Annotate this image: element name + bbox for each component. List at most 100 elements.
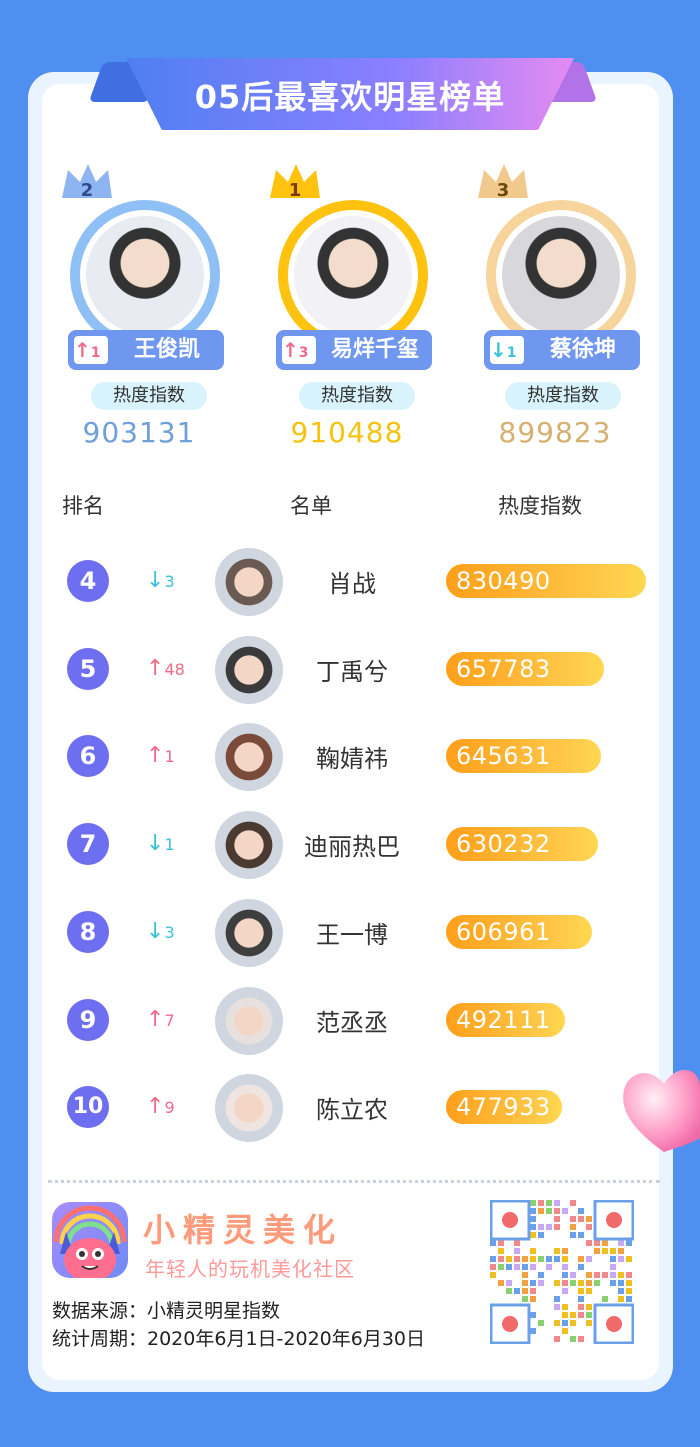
rank-change: ↓3 bbox=[146, 919, 175, 944]
crown-icon: 2 bbox=[62, 164, 112, 201]
heat-value: 630232 bbox=[456, 830, 551, 858]
heart-decoration-icon bbox=[623, 1070, 700, 1152]
qr-code[interactable] bbox=[489, 1199, 635, 1345]
ranking-row[interactable]: 6 ↑1 鞠婧祎 645631 bbox=[0, 717, 700, 797]
arrow-down-icon: ↓ bbox=[490, 338, 507, 362]
column-header-heat: 热度指数 bbox=[498, 494, 582, 518]
avatar bbox=[486, 200, 636, 350]
name-tag: ↓1 蔡徐坤 bbox=[484, 330, 640, 370]
ranking-row[interactable]: 9 ↑7 范丞丞 492111 bbox=[0, 981, 700, 1061]
rank-change: ↑9 bbox=[146, 1094, 175, 1119]
ranking-row[interactable]: 7 ↓1 迪丽热巴 630232 bbox=[0, 805, 700, 885]
star-name: 范丞丞 bbox=[316, 1009, 388, 1037]
heat-label: 热度指数 bbox=[299, 382, 415, 410]
rank-change-value: 7 bbox=[164, 1011, 175, 1030]
heat-label: 热度指数 bbox=[505, 382, 621, 410]
crown-icon: 1 bbox=[270, 164, 320, 201]
star-name: 蔡徐坤 bbox=[549, 337, 616, 362]
heat-value: 830490 bbox=[456, 567, 551, 595]
heat-value: 903131 bbox=[82, 416, 196, 449]
trend-indicator: ↑1 bbox=[74, 336, 108, 364]
column-header-name: 名单 bbox=[290, 494, 332, 518]
ranking-row[interactable]: 4 ↓3 肖战 830490 bbox=[0, 542, 700, 622]
avatar-photo bbox=[294, 216, 412, 334]
rank-change: 1 bbox=[506, 345, 517, 361]
star-name: 陈立农 bbox=[316, 1096, 388, 1124]
app-slogan: 年轻人的玩机美化社区 bbox=[145, 1257, 355, 1281]
name-tag: ↑1 王俊凯 bbox=[68, 330, 224, 370]
arrow-up-icon: ↑ bbox=[74, 338, 91, 362]
stat-period: 统计周期：2020年6月1日-2020年6月30日 bbox=[52, 1328, 426, 1350]
rank-change: ↓1 bbox=[146, 831, 175, 856]
rank-change-value: 9 bbox=[164, 1098, 175, 1117]
crown-rank: 3 bbox=[497, 180, 510, 201]
heat-value: 910488 bbox=[290, 416, 404, 449]
heat-value: 606961 bbox=[456, 918, 551, 946]
crown-rank: 2 bbox=[81, 180, 94, 201]
star-name: 王俊凯 bbox=[133, 337, 200, 362]
star-name: 迪丽热巴 bbox=[304, 833, 400, 861]
avatar bbox=[215, 811, 283, 879]
ranking-row[interactable]: 8 ↓3 王一博 606961 bbox=[0, 893, 700, 973]
rank-badge: 6 bbox=[67, 735, 109, 777]
crown-rank: 1 bbox=[289, 180, 302, 201]
qr-code-icon bbox=[489, 1199, 635, 1345]
rank-badge: 10 bbox=[67, 1086, 109, 1128]
crown-icon: 3 bbox=[478, 164, 528, 201]
rank-change-value: 48 bbox=[164, 660, 185, 679]
arrow-up-icon: ↑ bbox=[282, 338, 299, 362]
avatar bbox=[215, 723, 283, 791]
arrow-down-icon: ↓ bbox=[146, 831, 165, 856]
arrow-up-icon: ↑ bbox=[146, 656, 165, 681]
rank-badge: 9 bbox=[67, 999, 109, 1041]
data-source: 数据来源：小精灵明星指数 bbox=[52, 1300, 281, 1322]
avatar bbox=[215, 1074, 283, 1142]
arrow-down-icon: ↓ bbox=[146, 568, 165, 593]
avatar-photo bbox=[86, 216, 204, 334]
star-name: 易烊千玺 bbox=[330, 337, 419, 362]
rank-change: ↑48 bbox=[146, 656, 185, 681]
rank-change: ↑7 bbox=[146, 1007, 175, 1032]
heat-label: 热度指数 bbox=[91, 382, 207, 410]
ranking-row[interactable]: 10 ↑9 陈立农 477933 bbox=[0, 1068, 700, 1148]
arrow-down-icon: ↓ bbox=[146, 919, 165, 944]
star-name: 肖战 bbox=[328, 570, 376, 598]
heat-value: 657783 bbox=[456, 655, 551, 683]
divider bbox=[48, 1180, 660, 1183]
trend-indicator: ↓1 bbox=[490, 336, 524, 364]
trend-indicator: ↑3 bbox=[282, 336, 316, 364]
arrow-up-icon: ↑ bbox=[146, 1094, 165, 1119]
name-tag: ↑3 易烊千玺 bbox=[276, 330, 432, 370]
rank-badge: 7 bbox=[67, 823, 109, 865]
rank-change: ↓3 bbox=[146, 568, 175, 593]
avatar bbox=[215, 987, 283, 1055]
rank-badge: 4 bbox=[67, 560, 109, 602]
column-header-rank: 排名 bbox=[62, 494, 104, 518]
avatar bbox=[278, 200, 428, 350]
heat-value: 492111 bbox=[456, 1006, 551, 1034]
avatar bbox=[215, 636, 283, 704]
app-name: 小精灵美化 bbox=[143, 1211, 344, 1249]
page-title: 05后最喜欢明星榜单 bbox=[194, 78, 506, 116]
arrow-up-icon: ↑ bbox=[146, 1007, 165, 1032]
heat-value: 899823 bbox=[498, 416, 612, 449]
heat-value: 477933 bbox=[456, 1093, 551, 1121]
star-name: 王一博 bbox=[316, 921, 388, 949]
rank-change: 1 bbox=[90, 345, 101, 361]
rank-badge: 8 bbox=[67, 911, 109, 953]
ranking-row[interactable]: 5 ↑48 丁禹兮 657783 bbox=[0, 630, 700, 710]
rank-badge: 5 bbox=[67, 648, 109, 690]
rank-change: ↑1 bbox=[146, 743, 175, 768]
rank-change-value: 1 bbox=[164, 835, 175, 854]
avatar bbox=[215, 548, 283, 616]
avatar bbox=[70, 200, 220, 350]
rank-change-value: 3 bbox=[164, 572, 175, 591]
star-name: 鞠婧祎 bbox=[316, 745, 388, 773]
rank-change-value: 1 bbox=[164, 747, 175, 766]
rank-change-value: 3 bbox=[164, 923, 175, 942]
avatar-photo bbox=[502, 216, 620, 334]
app-icon[interactable] bbox=[52, 1202, 128, 1278]
arrow-up-icon: ↑ bbox=[146, 743, 165, 768]
heat-value: 645631 bbox=[456, 742, 551, 770]
avatar bbox=[215, 899, 283, 967]
